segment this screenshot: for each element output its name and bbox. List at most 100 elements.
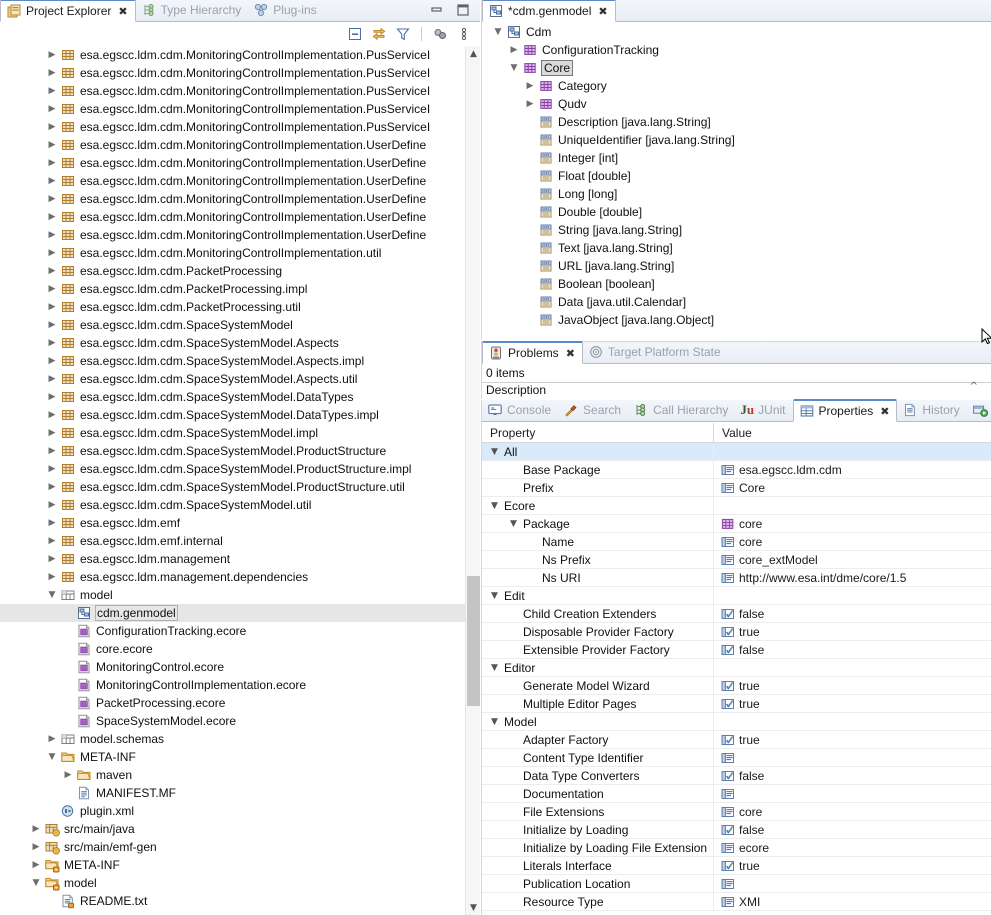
chevron-right-icon[interactable]: ▶ xyxy=(524,95,536,113)
properties-row[interactable]: Multiple Editor Pagestrue xyxy=(482,695,991,713)
chevron-right-icon[interactable]: ▶ xyxy=(46,334,58,352)
chevron-right-icon[interactable]: ▶ xyxy=(46,82,58,100)
tree-item[interactable]: ▼model xyxy=(0,874,480,892)
chevron-down-icon[interactable]: ▼ xyxy=(488,591,501,601)
tree-item[interactable]: ▶esa.egscc.ldm.cdm.MonitoringControlImpl… xyxy=(0,172,480,190)
property-value-cell[interactable]: core xyxy=(713,515,991,533)
property-value-cell[interactable] xyxy=(713,749,991,767)
properties-row[interactable]: ▼All xyxy=(482,443,991,461)
chevron-right-icon[interactable]: ▶ xyxy=(46,100,58,118)
tree-item[interactable]: cdm.genmodel xyxy=(0,604,480,622)
property-value-cell[interactable]: core xyxy=(713,533,991,551)
chevron-right-icon[interactable]: ▶ xyxy=(46,568,58,586)
chevron-right-icon[interactable]: ▶ xyxy=(46,46,58,64)
property-value-cell[interactable]: false xyxy=(713,821,991,839)
tree-item[interactable]: ▶model.schemas xyxy=(0,730,480,748)
project-explorer-vscrollbar[interactable]: ▲ ▼ xyxy=(465,46,480,915)
chevron-right-icon[interactable]: ▶ xyxy=(46,460,58,478)
properties-row[interactable]: Ns URIhttp://www.esa.int/dme/core/1.5 xyxy=(482,569,991,587)
property-value-cell[interactable]: true xyxy=(713,695,991,713)
tab-project-explorer[interactable]: Project Explorer✖ xyxy=(0,0,136,22)
scroll-up-arrow-icon[interactable]: ▲ xyxy=(466,46,480,61)
chevron-right-icon[interactable]: ▶ xyxy=(30,838,42,856)
tree-item[interactable]: ▶esa.egscc.ldm.cdm.SpaceSystemModel.Prod… xyxy=(0,460,480,478)
chevron-right-icon[interactable]: ▶ xyxy=(46,208,58,226)
filter-button[interactable] xyxy=(395,26,411,42)
property-value-cell[interactable]: true xyxy=(713,731,991,749)
chevron-right-icon[interactable]: ▶ xyxy=(46,478,58,496)
genmodel-tree-item[interactable]: String [java.lang.String] xyxy=(482,221,991,239)
genmodel-tree-item[interactable]: Float [double] xyxy=(482,167,991,185)
tree-item[interactable]: README.txt xyxy=(0,892,480,910)
tree-item[interactable]: plugin.xml xyxy=(0,802,480,820)
chevron-right-icon[interactable]: ▶ xyxy=(46,496,58,514)
genmodel-tree-item[interactable]: UniqueIdentifier [java.lang.String] xyxy=(482,131,991,149)
property-value-cell[interactable]: true xyxy=(713,677,991,695)
chevron-right-icon[interactable]: ▶ xyxy=(46,550,58,568)
tab-cdm-genmodel[interactable]: *cdm.genmodel✖ xyxy=(482,0,616,22)
tab-problems[interactable]: Problems✖ xyxy=(482,341,583,364)
properties-row[interactable]: Adapter Factorytrue xyxy=(482,731,991,749)
tree-item[interactable]: ▶esa.egscc.ldm.cdm.MonitoringControlImpl… xyxy=(0,100,480,118)
chevron-right-icon[interactable]: ▶ xyxy=(46,190,58,208)
chevron-right-icon[interactable]: ▶ xyxy=(46,424,58,442)
chevron-right-icon[interactable]: ▶ xyxy=(46,280,58,298)
chevron-right-icon[interactable]: ▶ xyxy=(46,316,58,334)
properties-row[interactable]: Content Type Identifier xyxy=(482,749,991,767)
properties-row[interactable]: Namecore xyxy=(482,533,991,551)
chevron-right-icon[interactable]: ▶ xyxy=(46,532,58,550)
genmodel-tree-item[interactable]: JavaObject [java.lang.Object] xyxy=(482,311,991,329)
property-value-cell[interactable]: false xyxy=(713,767,991,785)
properties-row[interactable]: Base Packageesa.egscc.ldm.cdm xyxy=(482,461,991,479)
genmodel-tree-item[interactable]: ▶Qudv xyxy=(482,95,991,113)
tree-item[interactable]: ▼META-INF xyxy=(0,748,480,766)
chevron-right-icon[interactable]: ▶ xyxy=(46,352,58,370)
chevron-down-icon[interactable]: ▼ xyxy=(488,447,501,457)
tab-history[interactable]: History xyxy=(897,399,966,421)
tree-item[interactable]: ▶esa.egscc.ldm.management.dependencies xyxy=(0,568,480,586)
genmodel-tree-item[interactable]: Text [java.lang.String] xyxy=(482,239,991,257)
genmodel-tree-item[interactable]: Data [java.util.Calendar] xyxy=(482,293,991,311)
property-value-cell[interactable]: esa.egscc.ldm.cdm xyxy=(713,461,991,479)
properties-row[interactable]: Extensible Provider Factoryfalse xyxy=(482,641,991,659)
tab-console[interactable]: Console xyxy=(482,399,558,421)
tree-item[interactable]: ▶esa.egscc.ldm.cdm.MonitoringControlImpl… xyxy=(0,82,480,100)
genmodel-tree-item[interactable]: ▼Cdm xyxy=(482,23,991,41)
property-value-cell[interactable] xyxy=(713,443,991,461)
chevron-right-icon[interactable]: ▶ xyxy=(46,172,58,190)
tree-item[interactable]: ▶esa.egscc.ldm.cdm.SpaceSystemModel xyxy=(0,316,480,334)
tree-item[interactable]: ▶META-INF xyxy=(0,856,480,874)
property-value-cell[interactable] xyxy=(713,875,991,893)
genmodel-tree-item[interactable]: Double [double] xyxy=(482,203,991,221)
chevron-right-icon[interactable]: ▶ xyxy=(62,766,74,784)
properties-row[interactable]: ▼Edit xyxy=(482,587,991,605)
properties-row[interactable]: Publication Location xyxy=(482,875,991,893)
tree-item[interactable]: MANIFEST.MF xyxy=(0,784,480,802)
tree-item[interactable]: ▶maven xyxy=(0,766,480,784)
chevron-down-icon[interactable]: ▼ xyxy=(492,23,504,41)
tree-item[interactable]: ▶esa.egscc.ldm.cdm.SpaceSystemModel.Aspe… xyxy=(0,334,480,352)
tab-type-hierarchy[interactable]: Type Hierarchy xyxy=(136,0,249,21)
chevron-right-icon[interactable]: ▶ xyxy=(46,262,58,280)
genmodel-tree-item[interactable]: URL [java.lang.String] xyxy=(482,257,991,275)
properties-row[interactable]: PrefixCore xyxy=(482,479,991,497)
properties-row[interactable]: ▼Ecore xyxy=(482,497,991,515)
chevron-down-icon[interactable]: ▼ xyxy=(46,748,58,766)
chevron-right-icon[interactable]: ▶ xyxy=(46,226,58,244)
property-value-cell[interactable]: XMI xyxy=(713,893,991,911)
view-menu-overflow-button[interactable] xyxy=(456,26,472,42)
genmodel-tree-item[interactable]: Long [long] xyxy=(482,185,991,203)
chevron-down-icon[interactable]: ▼ xyxy=(488,501,501,511)
tree-item[interactable]: ▶esa.egscc.ldm.cdm.MonitoringControlImpl… xyxy=(0,208,480,226)
tree-item[interactable]: ▼model xyxy=(0,586,480,604)
property-value-cell[interactable]: true xyxy=(713,623,991,641)
property-value-cell[interactable]: core_extModel xyxy=(713,551,991,569)
chevron-right-icon[interactable]: ▶ xyxy=(46,64,58,82)
genmodel-tree-item[interactable]: Integer [int] xyxy=(482,149,991,167)
property-value-cell[interactable]: true xyxy=(713,857,991,875)
properties-row[interactable]: Documentation xyxy=(482,785,991,803)
property-value-cell[interactable]: false xyxy=(713,605,991,623)
properties-row[interactable]: Initialize by Loading File Extensionecor… xyxy=(482,839,991,857)
tree-item[interactable]: ▶esa.egscc.ldm.cdm.PacketProcessing.util xyxy=(0,298,480,316)
tree-item[interactable]: ▶esa.egscc.ldm.cdm.MonitoringControlImpl… xyxy=(0,64,480,82)
